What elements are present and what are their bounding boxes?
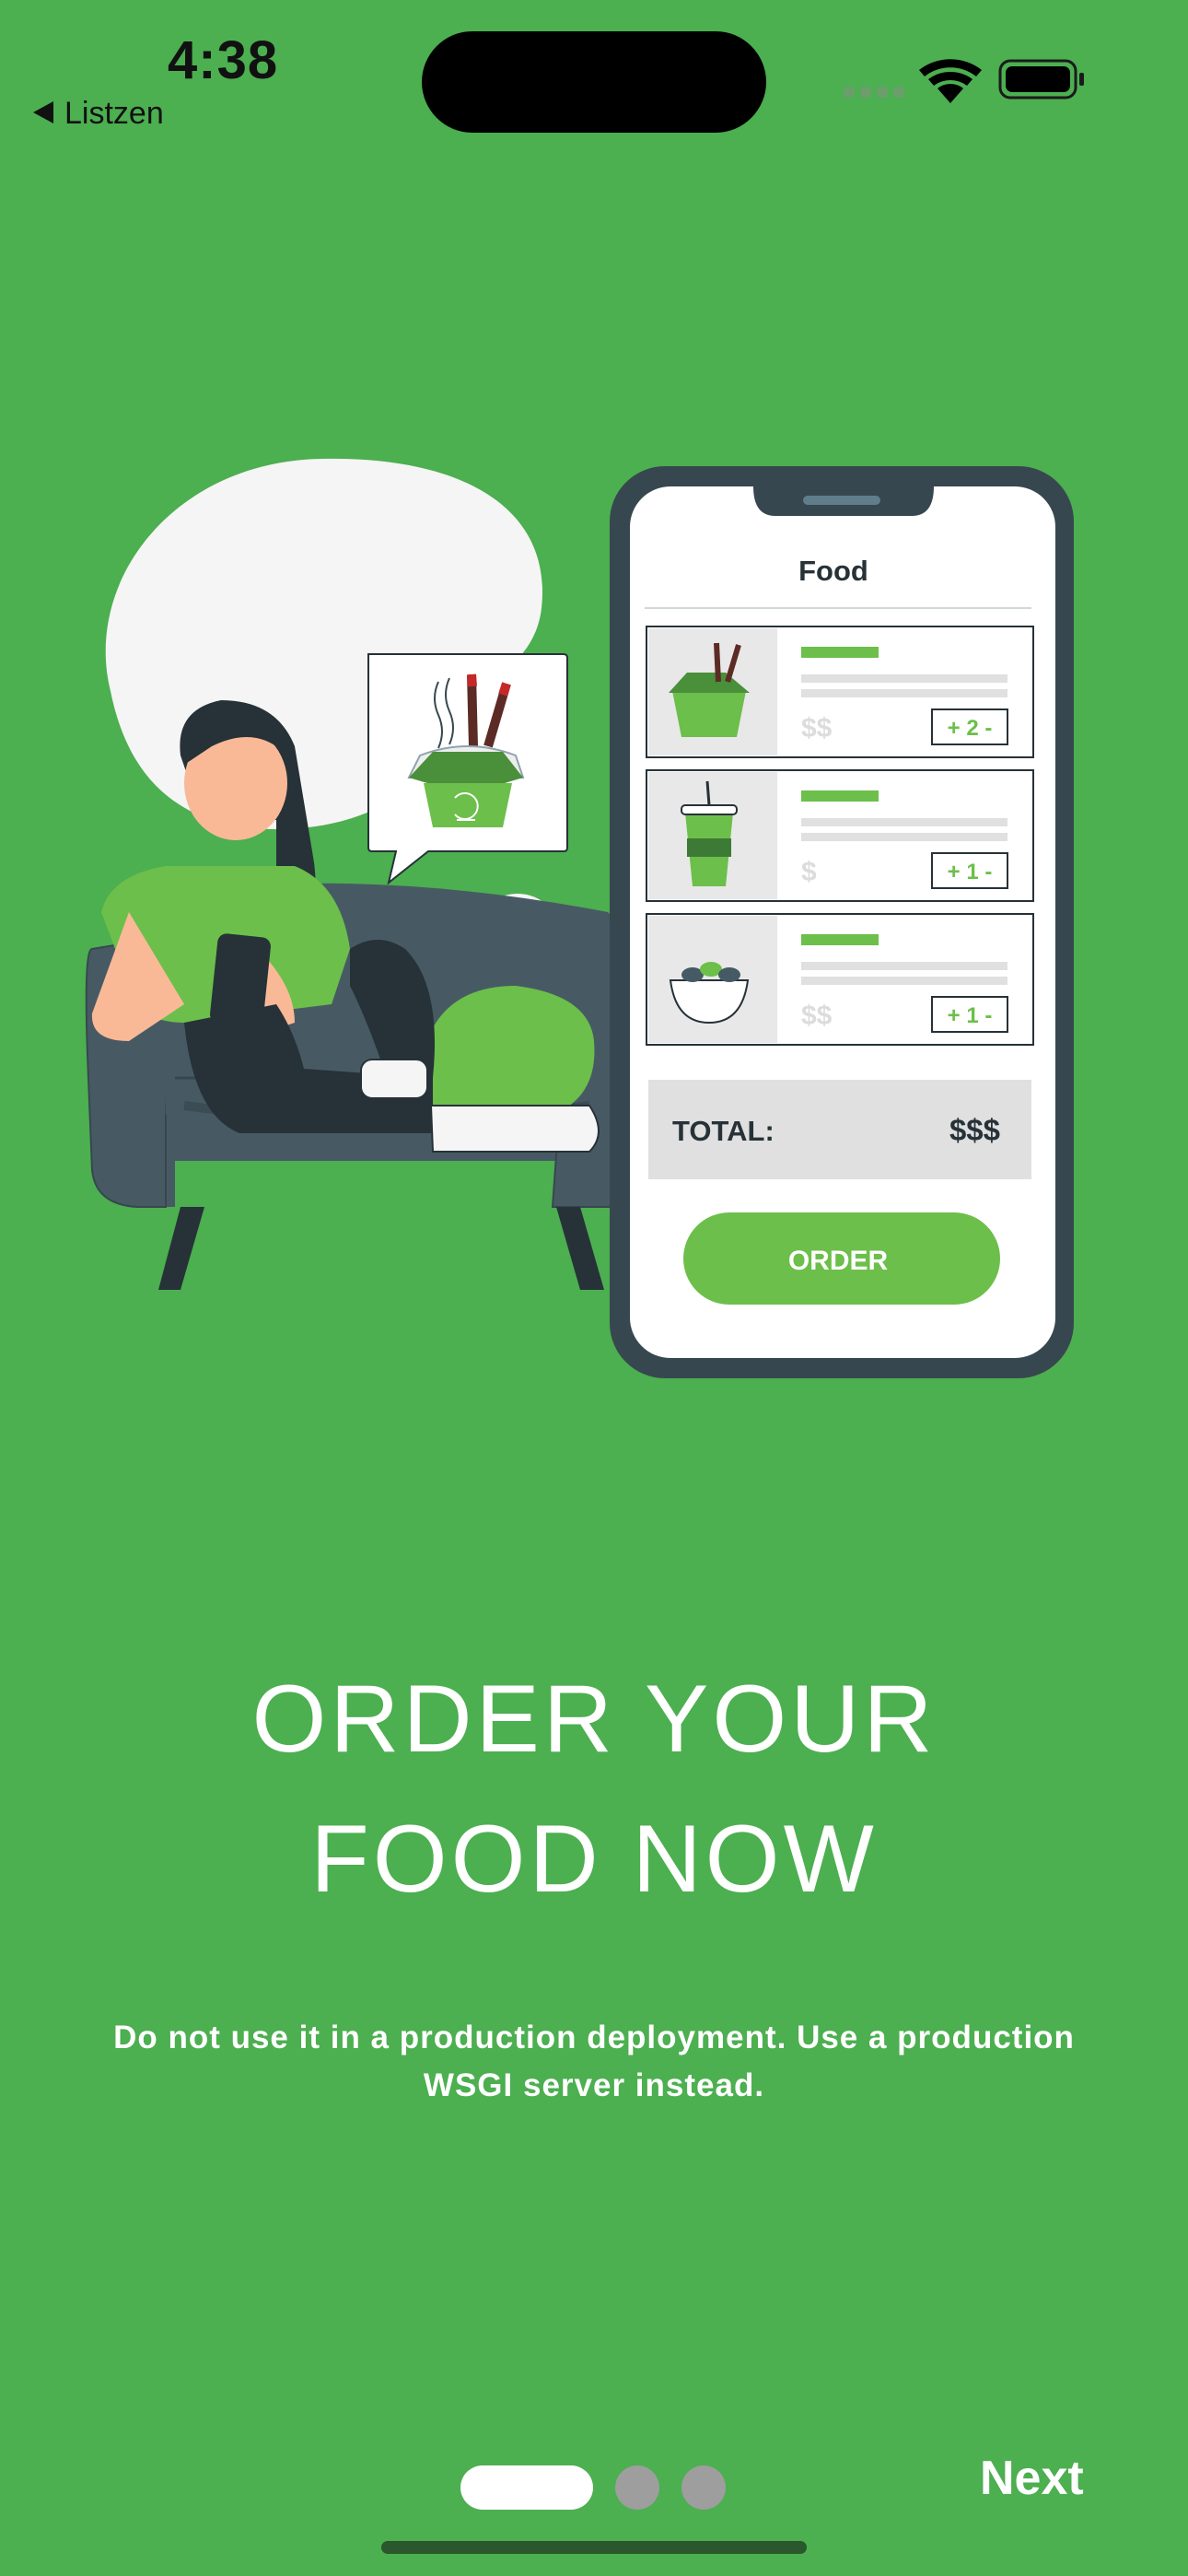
page-dot-2[interactable] [615, 2465, 659, 2510]
wifi-icon [919, 59, 982, 103]
item-qty-1: + 2 - [948, 716, 993, 741]
cellular-signal-icon [844, 87, 904, 98]
next-button[interactable]: Next [980, 2451, 1084, 2506]
page-indicator[interactable] [460, 2465, 726, 2510]
battery-icon [998, 59, 1084, 100]
home-indicator[interactable] [381, 2541, 807, 2554]
total-label: TOTAL: [672, 1115, 775, 1147]
page-dot-3[interactable] [681, 2465, 726, 2510]
back-arrow-icon [33, 96, 53, 132]
dynamic-island [422, 31, 766, 133]
order-button-label: ORDER [788, 1246, 889, 1276]
item-price-3: $$ [801, 1001, 833, 1031]
headline-line-1: ORDER YOUR [251, 1666, 937, 1773]
item-price-2: $ [801, 857, 817, 887]
total-value: $$$ [949, 1113, 1000, 1147]
status-icons [844, 59, 1084, 103]
back-app-label: Listzen [64, 96, 164, 131]
phone-mockup: Food $$ + 2 - $ + 1 - $$ + 1 - TOTAL: $$… [610, 466, 1074, 1378]
item-price-1: $$ [801, 713, 833, 744]
status-time: 4:38 [168, 30, 279, 90]
noodle-box-speech-bubble [367, 653, 568, 885]
onboarding-subtitle: Do not use it in a production deployment… [113, 2020, 1075, 2103]
onboarding-headline: ORDER YOUR FOOD NOW [0, 1649, 1188, 1929]
food-order-illustration: Food $$ + 2 - $ + 1 - $$ + 1 - TOTAL: $$… [85, 458, 1074, 1378]
headline-line-2: FOOD NOW [310, 1806, 878, 1913]
item-qty-3: + 1 - [948, 1003, 993, 1028]
page-dot-1[interactable] [460, 2465, 593, 2510]
item-qty-2: + 1 - [948, 860, 993, 884]
phone-title: Food [798, 555, 868, 587]
back-to-app-link[interactable]: Listzen [33, 96, 164, 132]
